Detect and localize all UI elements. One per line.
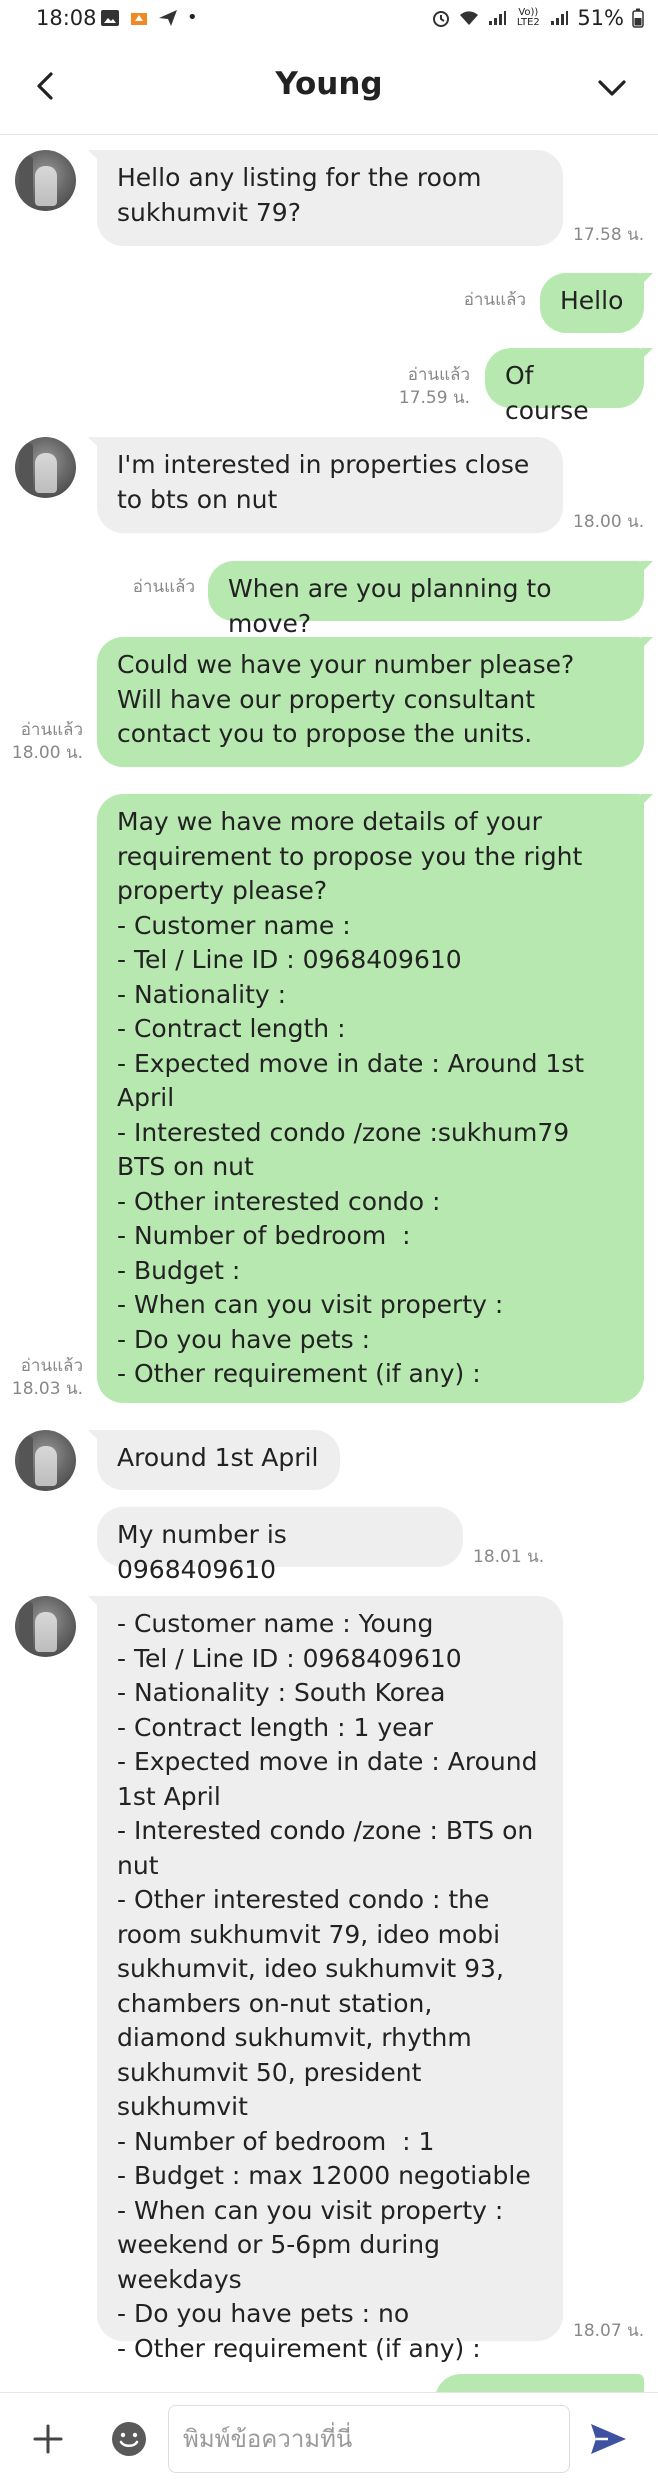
status-left-icons: • <box>100 7 198 28</box>
battery-icon <box>632 8 644 28</box>
message-input[interactable] <box>168 2405 570 2473</box>
send-icon[interactable] <box>588 2419 628 2459</box>
favorite-app-icon <box>131 12 147 25</box>
message-input-bar <box>0 2392 658 2487</box>
chevron-down-icon[interactable] <box>592 70 632 106</box>
read-receipt: อ่านแล้ว <box>132 577 195 597</box>
message-bubble[interactable]: Could we have your number please? Will h… <box>97 637 653 767</box>
message-bubble[interactable]: I'm interested in properties close to bt… <box>88 437 563 533</box>
message-bubble[interactable]: Around 1st April <box>88 1430 340 1490</box>
read-receipt: อ่านแล้ว <box>463 290 526 310</box>
chat-title[interactable]: Young <box>0 66 658 102</box>
image-icon <box>101 9 119 26</box>
network-badge: Vo)) LTE2 <box>516 7 540 28</box>
message-time: 17.58 น. <box>573 225 645 245</box>
send-icon <box>159 9 177 26</box>
status-time: 18:08 <box>36 6 97 30</box>
message-bubble[interactable]: - Customer name : Young - Tel / Line ID … <box>88 1596 563 2363</box>
status-right-icons: Vo)) LTE2 51% <box>431 6 644 30</box>
plus-icon[interactable] <box>30 2421 66 2457</box>
avatar[interactable] <box>15 1430 76 1491</box>
battery-percent: 51% <box>577 6 624 30</box>
wifi-icon <box>460 11 479 25</box>
emoji-icon[interactable] <box>110 2420 148 2458</box>
message-bubble[interactable]: When are you planning to move? <box>208 561 653 638</box>
message-time: 18.00 น. <box>11 743 83 763</box>
message-time: 17.59 น. <box>398 388 470 408</box>
message-bubble[interactable]: May we have more details of your require… <box>97 794 653 1403</box>
message-bubble[interactable]: Hello <box>540 273 653 333</box>
read-receipt: อ่านแล้ว <box>20 720 83 740</box>
chat-header: Young <box>0 44 658 135</box>
signal-icon <box>489 11 507 25</box>
status-dot: • <box>187 7 198 28</box>
avatar[interactable] <box>15 1596 76 1657</box>
message-time: 18.07 น. <box>573 2321 645 2341</box>
alarm-icon <box>433 11 450 27</box>
message-bubble[interactable]: My number is 0968409610 <box>97 1507 463 1584</box>
message-time: 18.01 น. <box>473 1547 545 1567</box>
message-bubble[interactable]: Of course <box>485 348 653 425</box>
read-receipt: อ่านแล้ว <box>20 1356 83 1376</box>
signal-icon <box>551 11 569 25</box>
avatar[interactable] <box>15 437 76 498</box>
read-receipt: อ่านแล้ว <box>407 365 470 385</box>
avatar[interactable] <box>15 150 76 211</box>
message-time: 18.03 น. <box>11 1379 83 1399</box>
status-bar: 18:08 • Vo)) LTE2 51% <box>0 0 658 44</box>
message-time: 18.00 น. <box>573 512 645 532</box>
message-bubble[interactable]: Hello any listing for the room sukhumvit… <box>88 150 563 246</box>
